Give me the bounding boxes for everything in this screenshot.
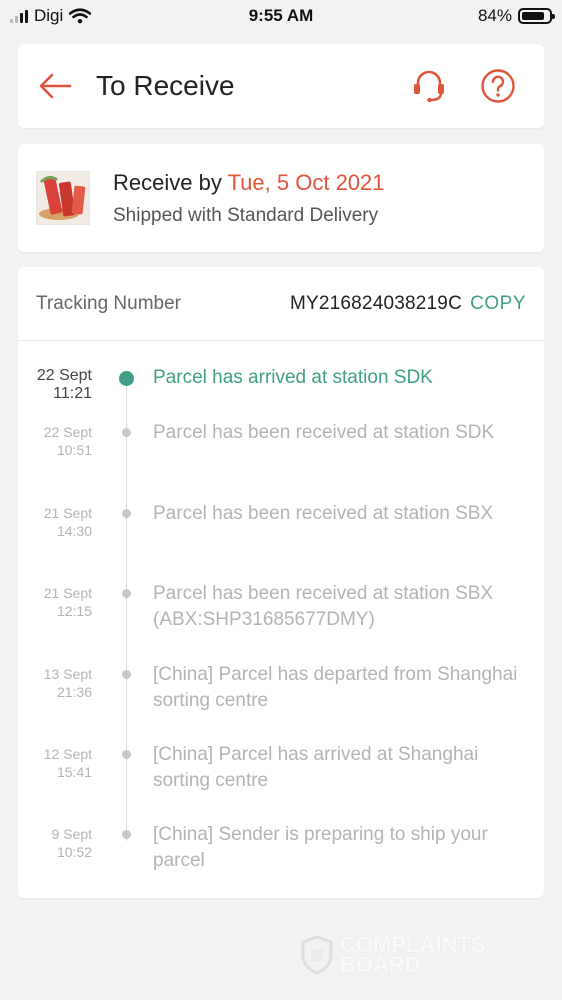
event-dot	[122, 830, 131, 839]
event-description: Parcel has been received at station SBX …	[153, 583, 494, 630]
timeline-line	[126, 379, 127, 841]
event-time: 21:36	[56, 684, 92, 700]
product-thumbnail	[36, 171, 90, 225]
event-dot	[122, 428, 131, 437]
status-right: 84%	[477, 6, 555, 26]
event-time: 10:51	[56, 442, 92, 458]
receive-by-date: Tue, 5 Oct 2021	[227, 170, 385, 195]
event-description: [China] Sender is preparing to ship your…	[153, 824, 488, 871]
event-timestamp: 13 Sept 21:36	[44, 665, 92, 701]
watermark-line2: BOARD	[340, 952, 421, 977]
event-time: 12:15	[56, 603, 92, 619]
header-bar: To Receive	[18, 44, 544, 128]
event-description: [China] Parcel has arrived at Shanghai s…	[153, 744, 479, 791]
event-timestamp: 22 Sept 11:21	[37, 367, 92, 403]
event-timestamp: 21 Sept 12:15	[44, 584, 92, 620]
event-dot	[122, 750, 131, 759]
status-bar: Digi 9:55 AM 84%	[0, 0, 562, 34]
event-date: 13 Sept	[43, 666, 92, 682]
event-timestamp: 21 Sept 14:30	[44, 504, 92, 540]
event-timestamp: 22 Sept 10:51	[44, 423, 92, 459]
battery-percent: 84%	[477, 6, 512, 25]
receive-by-text: Receive by Tue, 5 Oct 2021	[113, 170, 385, 196]
event-date: 22 Sept	[43, 424, 92, 440]
tracking-number-value: MY216824038219C	[289, 293, 462, 314]
event-date: 21 Sept	[43, 505, 92, 521]
delivery-info-card[interactable]: Receive by Tue, 5 Oct 2021 Shipped with …	[18, 144, 544, 252]
event-description: Parcel has arrived at station SDK	[153, 367, 433, 388]
help-icon[interactable]	[480, 68, 516, 104]
event-description: [China] Parcel has departed from Shangha…	[153, 664, 518, 711]
copy-button[interactable]: COPY	[470, 293, 526, 315]
shield-icon	[301, 935, 333, 975]
tracking-card: Tracking Number MY216824038219C COPY 22 …	[18, 267, 544, 898]
event-date: 21 Sept	[43, 585, 92, 601]
back-arrow-icon[interactable]	[36, 66, 76, 106]
event-timestamp: 12 Sept 15:41	[44, 745, 92, 781]
event-dot-active	[119, 371, 134, 386]
event-dot	[122, 670, 131, 679]
watermark-logo: COMPLAINTS BOARD	[300, 934, 485, 977]
event-dot	[122, 509, 131, 518]
page-title: To Receive	[96, 70, 235, 101]
event-description: Parcel has been received at station SDK	[153, 422, 495, 443]
event-time: 10:52	[56, 844, 92, 860]
event-date: 9 Sept	[51, 826, 92, 842]
event-time: 15:41	[56, 764, 92, 780]
event-dot	[122, 589, 131, 598]
tracking-number-label: Tracking Number	[36, 293, 182, 314]
shipping-method: Shipped with Standard Delivery	[113, 205, 379, 226]
watermark-text: COMPLAINTS BOARD	[340, 934, 485, 977]
customer-service-icon[interactable]	[410, 67, 448, 105]
event-description: Parcel has been received at station SBX	[153, 503, 494, 524]
receive-by-label: Receive by	[113, 170, 222, 195]
event-time: 11:21	[53, 385, 92, 402]
event-date: 22 Sept	[36, 367, 92, 384]
event-time: 14:30	[56, 523, 92, 539]
event-timestamp: 9 Sept 10:52	[52, 825, 92, 861]
battery-icon	[518, 8, 555, 24]
tracking-number-row: Tracking Number MY216824038219C COPY	[18, 267, 544, 341]
event-date: 12 Sept	[43, 746, 92, 762]
